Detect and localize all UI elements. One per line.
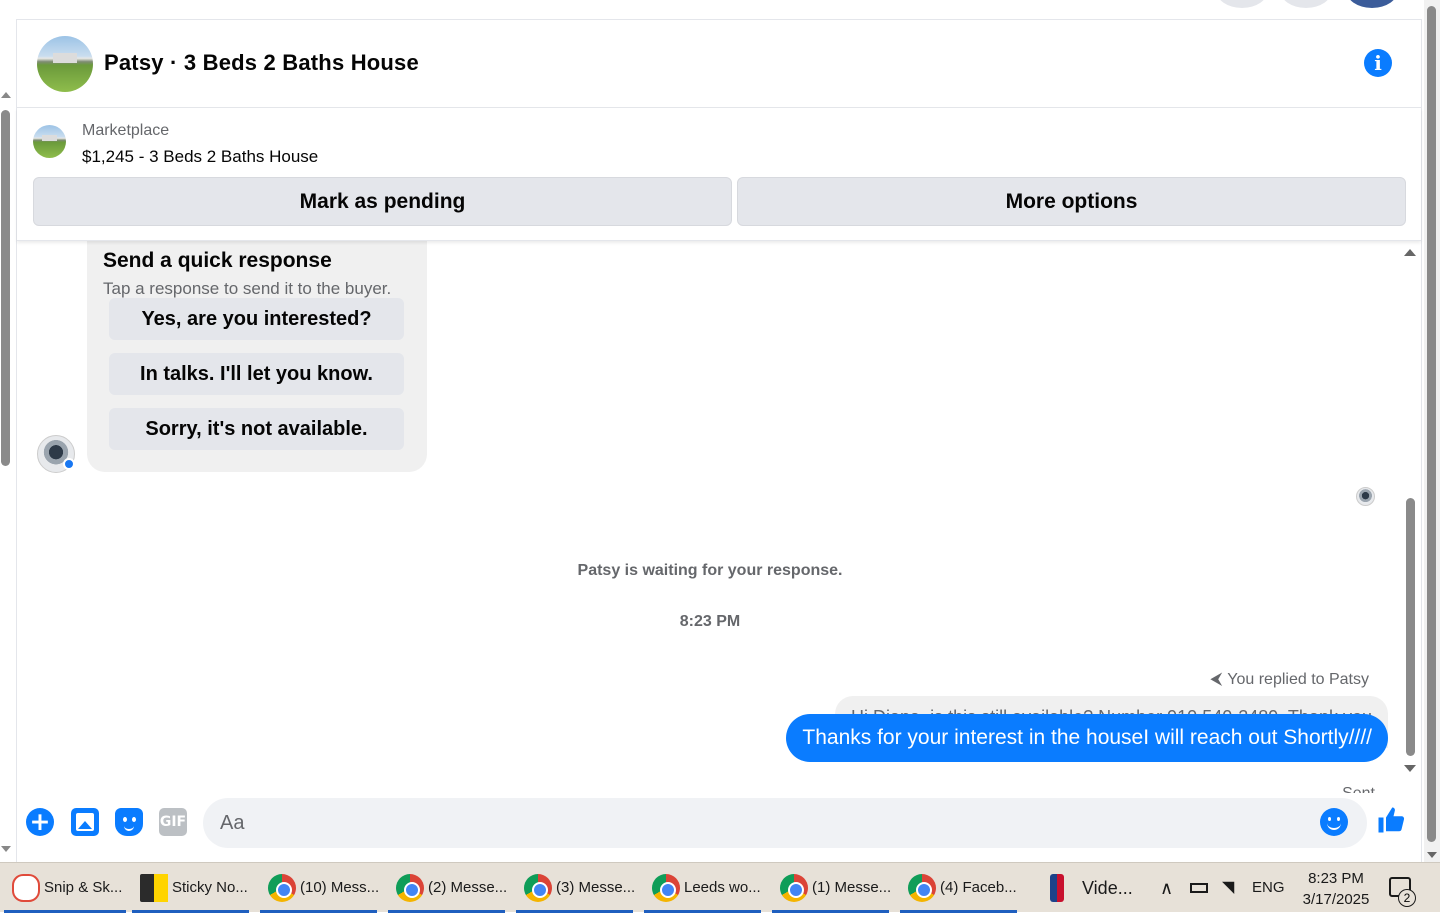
quick-response-option[interactable]: In talks. I'll let you know.: [109, 353, 404, 395]
message-status: Sent: [1342, 785, 1375, 793]
more-options-button[interactable]: More options: [737, 177, 1406, 226]
taskbar-item-sticky-notes[interactable]: Sticky No...: [132, 863, 249, 913]
taskbar-label: Vide...: [1082, 878, 1133, 898]
messages-scroll-thumb[interactable]: [1406, 498, 1415, 756]
taskbar-item-chrome-messenger-1[interactable]: (1) Messe...: [772, 863, 892, 913]
taskbar-item-video[interactable]: Vide...: [1034, 863, 1144, 913]
taskbar-label: Leeds wo...: [684, 879, 761, 896]
chrome-icon: [780, 874, 808, 902]
top-button[interactable]: [1280, 0, 1332, 8]
message-list[interactable]: Send a quick response Tap a response to …: [17, 241, 1421, 793]
taskbar-item-chrome-facebook[interactable]: (4) Faceb...: [900, 863, 1017, 913]
marketplace-badge-icon: [63, 458, 75, 470]
mark-as-pending-button[interactable]: Mark as pending: [33, 177, 732, 226]
messages-scroll-up-arrow[interactable]: [1404, 249, 1416, 256]
chat-title[interactable]: Patsy · 3 Beds 2 Baths House: [104, 50, 419, 76]
quick-response-card: Send a quick response Tap a response to …: [87, 241, 427, 472]
seen-indicator-avatar: [1356, 487, 1375, 506]
chrome-icon: [652, 874, 680, 902]
plus-icon[interactable]: +: [26, 808, 54, 836]
quick-response-title: Send a quick response: [103, 249, 332, 272]
battery-icon[interactable]: [1190, 863, 1208, 913]
window-scroll-down-arrow[interactable]: [1427, 852, 1437, 858]
replied-text: You replied to Patsy: [1227, 671, 1369, 688]
window-scrollbar[interactable]: [1424, 0, 1440, 862]
taskbar-label: Snip & Sk...: [44, 879, 123, 896]
clock[interactable]: 8:23 PM 3/17/2025: [1296, 868, 1376, 910]
listing-avatar[interactable]: [37, 36, 93, 92]
emoji-icon[interactable]: [1320, 808, 1348, 836]
taskbar-label: (3) Messe...: [556, 879, 636, 896]
chrome-icon: [524, 874, 552, 902]
sticker-icon[interactable]: [115, 808, 143, 836]
taskbar-item-chrome-messenger-2[interactable]: (2) Messe...: [388, 863, 508, 913]
chat-header: Patsy · 3 Beds 2 Baths House i: [17, 20, 1421, 108]
chrome-icon: [268, 874, 296, 902]
taskbar-label: (10) Mess...: [300, 879, 380, 896]
nba-icon: [1050, 874, 1064, 902]
chrome-icon: [908, 874, 936, 902]
top-bar: [16, 0, 1422, 20]
like-icon[interactable]: [1376, 805, 1406, 835]
snip-icon: [12, 874, 40, 902]
window-scroll-thumb[interactable]: [1427, 6, 1436, 842]
profile-avatar[interactable]: [1346, 0, 1398, 8]
reply-icon: ⮜: [1210, 669, 1223, 688]
photo-icon[interactable]: [71, 808, 99, 836]
sticky-icon: [140, 874, 168, 902]
replied-label: ⮜ You replied to Patsy: [1210, 669, 1369, 689]
taskbar-item-chrome-messenger-3[interactable]: (3) Messe...: [516, 863, 636, 913]
message-input-placeholder: Aa: [220, 812, 245, 834]
taskbar-item-chrome-messenger-10[interactable]: (10) Mess...: [260, 863, 380, 913]
scroll-thumb[interactable]: [1, 110, 10, 466]
listing-source: Marketplace: [82, 122, 170, 139]
scroll-down-arrow[interactable]: [1, 846, 11, 852]
notification-count: 2: [1398, 889, 1416, 907]
clock-date: 3/17/2025: [1302, 891, 1370, 908]
gif-icon[interactable]: GIF: [159, 808, 187, 836]
quick-response-option[interactable]: Yes, are you interested?: [109, 298, 404, 340]
quick-response-subtitle: Tap a response to send it to the buyer.: [103, 279, 392, 298]
taskbar-label: (2) Messe...: [428, 879, 508, 896]
message-timestamp: 8:23 PM: [679, 613, 741, 630]
chrome-icon: [396, 874, 424, 902]
listing-price-title[interactable]: $1,245 - 3 Beds 2 Baths House: [82, 147, 318, 167]
scroll-up-arrow[interactable]: [1, 92, 11, 98]
taskbar-item-snip[interactable]: Snip & Sk...: [4, 863, 126, 913]
messages-scroll-down-arrow[interactable]: [1404, 765, 1416, 772]
taskbar-item-chrome-leeds[interactable]: Leeds wo...: [644, 863, 761, 913]
taskbar-label: Sticky No...: [172, 879, 248, 896]
quick-response-option[interactable]: Sorry, it's not available.: [109, 408, 404, 450]
wifi-icon[interactable]: ◥: [1222, 863, 1234, 913]
chevron-up-icon[interactable]: ∧: [1160, 863, 1173, 913]
top-button[interactable]: [1216, 0, 1268, 8]
language-indicator[interactable]: ENG: [1252, 863, 1285, 913]
listing-thumbnail[interactable]: [33, 125, 66, 158]
taskbar-label: (4) Faceb...: [940, 879, 1017, 896]
page-scrollbar[interactable]: [0, 92, 12, 852]
waiting-notice: Patsy is waiting for your response.: [577, 562, 843, 579]
clock-time: 8:23 PM: [1308, 870, 1364, 887]
chat-panel: Patsy · 3 Beds 2 Baths House i Marketpla…: [16, 20, 1422, 862]
taskbar-label: (1) Messe...: [812, 879, 892, 896]
info-icon[interactable]: i: [1364, 49, 1392, 77]
listing-card: Marketplace $1,245 - 3 Beds 2 Baths Hous…: [17, 108, 1421, 241]
sent-message-bubble[interactable]: Thanks for your interest in the houseI w…: [786, 714, 1388, 762]
message-composer: + GIF Aa: [17, 795, 1421, 855]
message-input[interactable]: Aa: [203, 798, 1367, 848]
taskbar: Snip & Sk... Sticky No... (10) Mess... (…: [0, 862, 1440, 913]
